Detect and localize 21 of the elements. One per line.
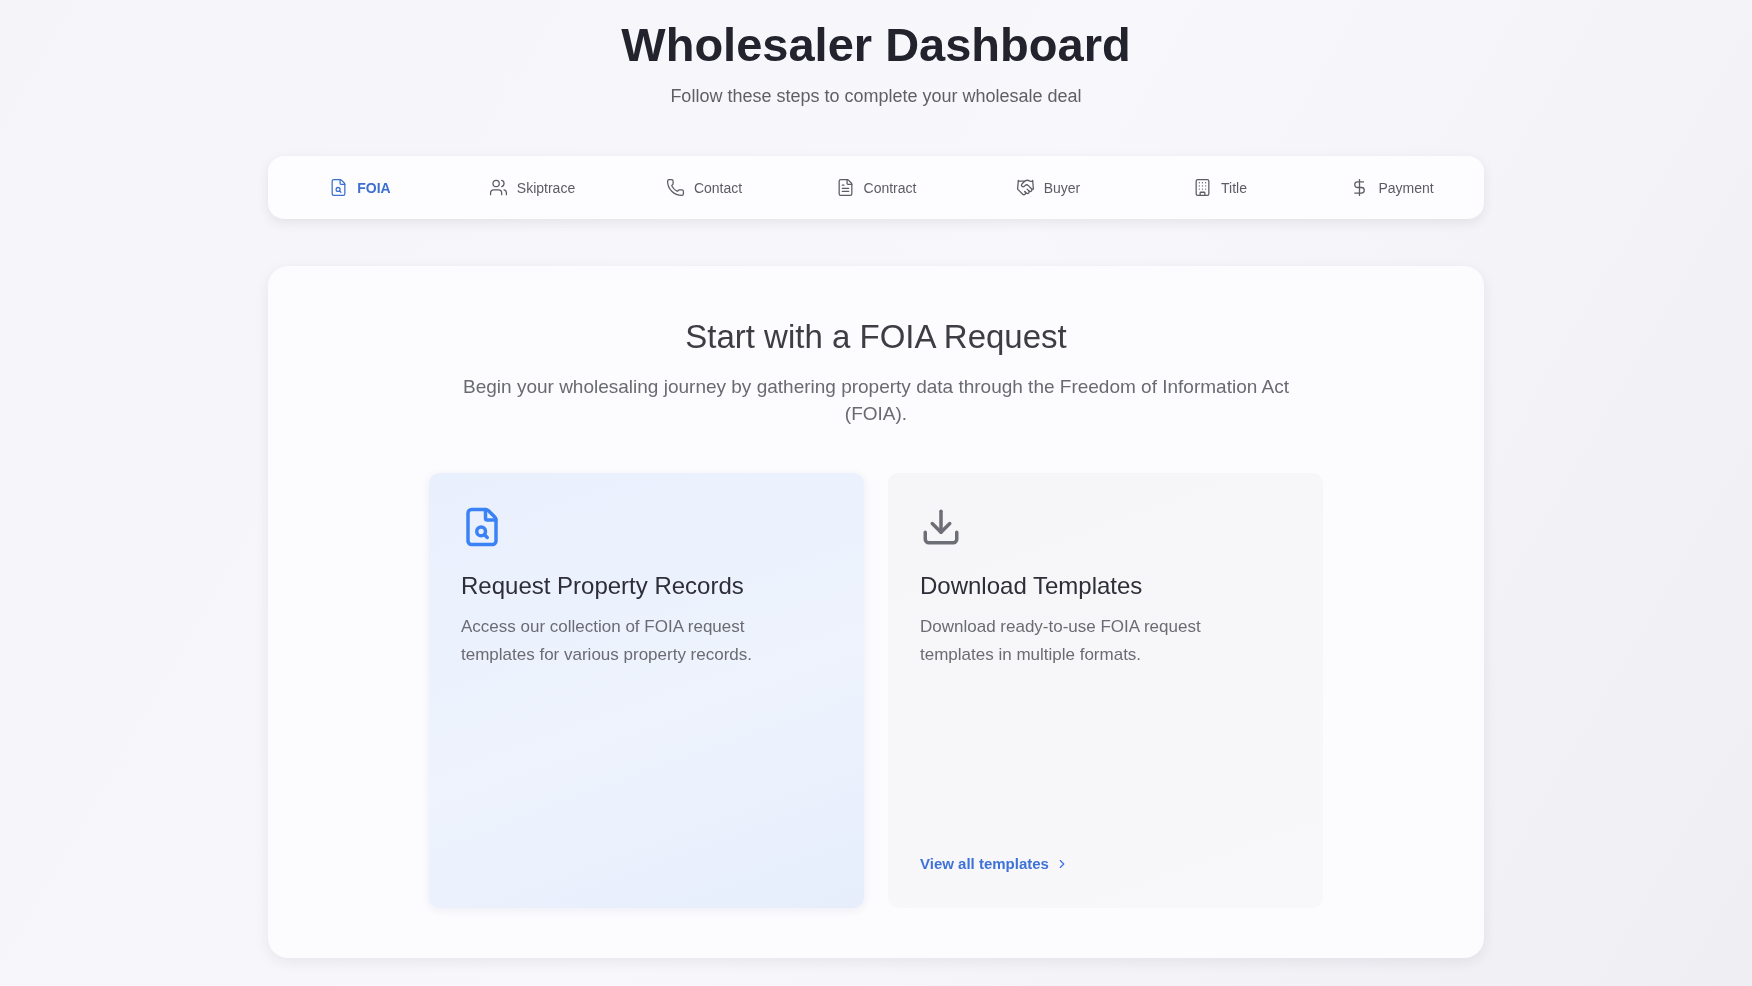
page-subtitle: Follow these steps to complete your wholesale deal xyxy=(670,85,1082,108)
users-icon xyxy=(488,178,508,197)
view-templates-link[interactable]: View all templates xyxy=(920,854,1069,874)
card-description: Access our collection of FOIA request templates for various property records. xyxy=(461,616,753,666)
card-title: Download Templates xyxy=(920,571,1143,601)
handshake-icon xyxy=(1015,178,1035,197)
step-tab[interactable]: Skiptrace xyxy=(488,178,576,197)
card-title: Request Property Records xyxy=(461,571,744,601)
option-card[interactable]: Request Property Records Access our collection of FOIA request templates for various property records. xyxy=(429,473,864,908)
step-tab[interactable]: Title xyxy=(1193,178,1247,197)
step-tab[interactable]: Contact xyxy=(665,178,743,197)
page-title: Wholesaler Dashboard xyxy=(621,17,1131,73)
option-card[interactable]: Download Templates Download ready-to-use FOIA request templates in multiple formats. View all templates xyxy=(888,473,1323,908)
step-tab[interactable]: Payment xyxy=(1350,178,1434,197)
step-tab[interactable]: Contract xyxy=(835,178,917,197)
panel-description: Begin your wholesaling journey by gathering property data through the Freedom of Information Act (FOIA). xyxy=(462,375,1290,426)
card-description: Download ready-to-use FOIA request templates in multiple formats. xyxy=(920,616,1202,666)
step-tab[interactable]: Buyer xyxy=(1015,178,1081,197)
phone-icon xyxy=(665,178,685,197)
step-tab[interactable]: FOIA xyxy=(329,178,391,197)
panel-title: Start with a FOIA Request xyxy=(685,317,1067,357)
